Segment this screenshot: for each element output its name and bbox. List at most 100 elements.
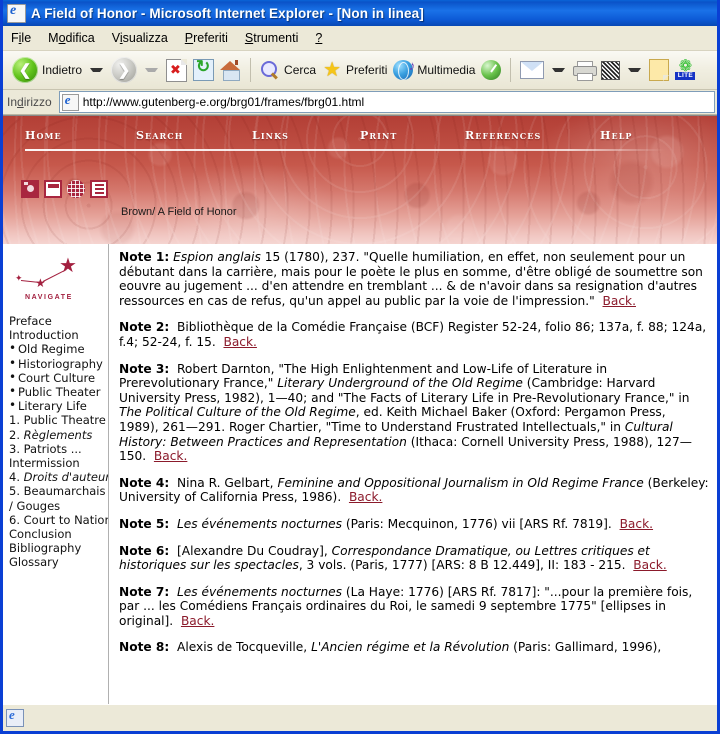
note-label: Note 1: [119, 250, 170, 264]
forward-button[interactable]: ❯ [108, 54, 140, 86]
banner-link-help[interactable]: Help [600, 129, 633, 142]
note-label: Note 7: [119, 584, 170, 599]
banner-caption: Brown/ A Field of Honor [121, 206, 237, 218]
menu-item-modifica[interactable]: Modifica [48, 31, 95, 45]
sidebar-item-patriots[interactable]: 3. Patriots ... [9, 442, 108, 456]
banner-link-search[interactable]: Search [136, 129, 183, 142]
note-body: Nina R. Gelbart, Feminine and Opposition… [119, 475, 709, 505]
page-icon [61, 92, 79, 111]
window-title: A Field of Honor - Microsoft Internet Ex… [31, 5, 424, 21]
home-button[interactable] [217, 54, 244, 86]
banner-link-home[interactable]: Home [25, 129, 62, 142]
navigation-sidebar: ✦ ★ ★ NAVIGATE Preface Introduction Old … [3, 244, 109, 704]
favorites-button[interactable]: Preferiti [319, 54, 390, 86]
sidebar-list: Preface Introduction Old Regime Historio… [3, 314, 108, 570]
page-viewport: Home Search Links Print References Help … [3, 115, 717, 704]
note-label: Note 4: [119, 475, 170, 490]
sidebar-item-court-to-nation[interactable]: 6. Court to Nation [9, 513, 108, 527]
menu-item-file[interactable]: File [11, 31, 31, 45]
refresh-button[interactable] [190, 54, 217, 86]
sidebar-item-court-culture[interactable]: Court Culture [9, 370, 108, 385]
sidebar-item-preface[interactable]: Preface [9, 314, 108, 328]
sidebar-item-bibliography[interactable]: Bibliography [9, 541, 108, 555]
mail-button[interactable] [517, 54, 547, 86]
mail-icon [520, 61, 545, 79]
multimedia-button[interactable]: ♪ Multimedia [390, 54, 478, 86]
ie-status-icon [6, 707, 24, 727]
edit-dropdown-icon[interactable] [628, 68, 642, 72]
menu-item-visualizza[interactable]: Visualizza [112, 31, 168, 45]
note-body: [Alexandre Du Coudray], Correspondance D… [119, 543, 667, 573]
banner-navigation: Home Search Links Print References Help [3, 124, 717, 146]
history-icon [481, 60, 502, 80]
star-large-icon: ★ [59, 255, 77, 277]
back-dropdown-icon[interactable] [90, 68, 104, 72]
sidebar-item-reglements[interactable]: 2. Règlements [9, 428, 108, 442]
title-bar: A Field of Honor - Microsoft Internet Ex… [3, 0, 717, 26]
sidebar-item-droits-dauteur[interactable]: 4. Droits d'auteur [9, 470, 108, 484]
banner-divider-rule [25, 149, 665, 151]
forward-dropdown-icon[interactable] [145, 68, 159, 72]
banner-link-references[interactable]: References [465, 129, 541, 142]
sidebar-item-beaumarchais-gouges[interactable]: 5. Beaumarchais / Gouges [9, 484, 108, 512]
icq-lite-label: LITE [675, 72, 696, 80]
discuss-button[interactable] [646, 54, 672, 86]
edit-button[interactable] [598, 54, 623, 86]
favorites-star-icon [322, 60, 342, 80]
list-icon[interactable] [90, 180, 108, 198]
menu-item-preferiti[interactable]: Preferiti [185, 31, 228, 45]
edit-icon [601, 60, 621, 80]
note-label: Note 2: [119, 320, 170, 335]
address-label: Indirizzo [7, 95, 52, 109]
sidebar-item-introduction[interactable]: Introduction [9, 328, 108, 342]
back-label: Indietro [42, 63, 83, 77]
menu-item-help[interactable]: ? [315, 31, 322, 45]
search-label: Cerca [284, 63, 317, 77]
toolbar: ❮ Indietro ❯ Cerca Preferiti ♪ Multimedi [3, 51, 717, 90]
sidebar-item-literary-life[interactable]: Literary Life [9, 398, 108, 413]
sidebar-item-public-theater[interactable]: Public Theater [9, 384, 108, 399]
search-icon [260, 60, 280, 80]
multimedia-globe-icon: ♪ [393, 59, 415, 80]
sidebar-item-conclusion[interactable]: Conclusion [9, 527, 108, 541]
banner-link-print[interactable]: Print [360, 129, 397, 142]
address-bar: Indirizzo http://www.gutenberg-e.org/brg… [3, 90, 717, 115]
frameset: ✦ ★ ★ NAVIGATE Preface Introduction Old … [3, 244, 717, 704]
stop-button[interactable] [163, 54, 190, 86]
history-button[interactable] [478, 54, 504, 86]
home-icon [220, 60, 241, 81]
note-body: Espion anglais 15 (1780), 237. "Quelle h… [119, 250, 703, 308]
star-small-icon: ✦ [15, 273, 23, 283]
menu-item-strumenti[interactable]: Strumenti [245, 31, 299, 45]
discuss-note-icon [649, 59, 670, 81]
globe-icon[interactable] [67, 180, 85, 198]
note-entry: Note 8: Alexis de Tocqueville, L'Ancien … [119, 640, 709, 655]
print-button[interactable] [570, 54, 598, 86]
sidebar-item-intermission[interactable]: Intermission [9, 456, 108, 470]
note-entry: Note 6: [Alexandre Du Coudray], Correspo… [119, 544, 709, 573]
search-button[interactable]: Cerca [257, 54, 319, 86]
sidebar-item-historiography[interactable]: Historiography [9, 356, 108, 371]
note-body: Les événements nocturnes (La Haye: 1776)… [119, 584, 693, 628]
note-entry: Note 2: Bibliothèque de la Comédie Franç… [119, 320, 709, 349]
sidebar-item-old-regime[interactable]: Old Regime [9, 341, 108, 356]
note-label: Note 6: [119, 543, 170, 558]
icq-lite-icon: LITE [675, 60, 696, 80]
note-entry: Note 5: Les événements nocturnes (Paris:… [119, 517, 709, 532]
camera-icon[interactable] [21, 180, 39, 198]
sidebar-item-glossary[interactable]: Glossary [9, 555, 108, 569]
sidebar-item-public-theatre[interactable]: 1. Public Theatre [9, 413, 108, 427]
refresh-icon [193, 58, 215, 81]
site-banner: Home Search Links Print References Help … [3, 116, 717, 244]
note-entry: Note 4: Nina R. Gelbart, Feminine and Op… [119, 476, 709, 505]
status-bar [3, 704, 717, 731]
mail-dropdown-icon[interactable] [552, 68, 566, 72]
banner-link-links[interactable]: Links [252, 129, 289, 142]
note-label: Note 5: [119, 516, 170, 531]
address-url-text: http://www.gutenberg-e.org/brg01/frames/… [82, 95, 365, 109]
frames-icon[interactable] [44, 180, 62, 198]
banner-icon-row [21, 180, 108, 198]
address-input[interactable]: http://www.gutenberg-e.org/brg01/frames/… [58, 91, 715, 113]
icq-button[interactable]: LITE [672, 54, 698, 86]
back-button[interactable]: ❮ Indietro [9, 54, 85, 86]
